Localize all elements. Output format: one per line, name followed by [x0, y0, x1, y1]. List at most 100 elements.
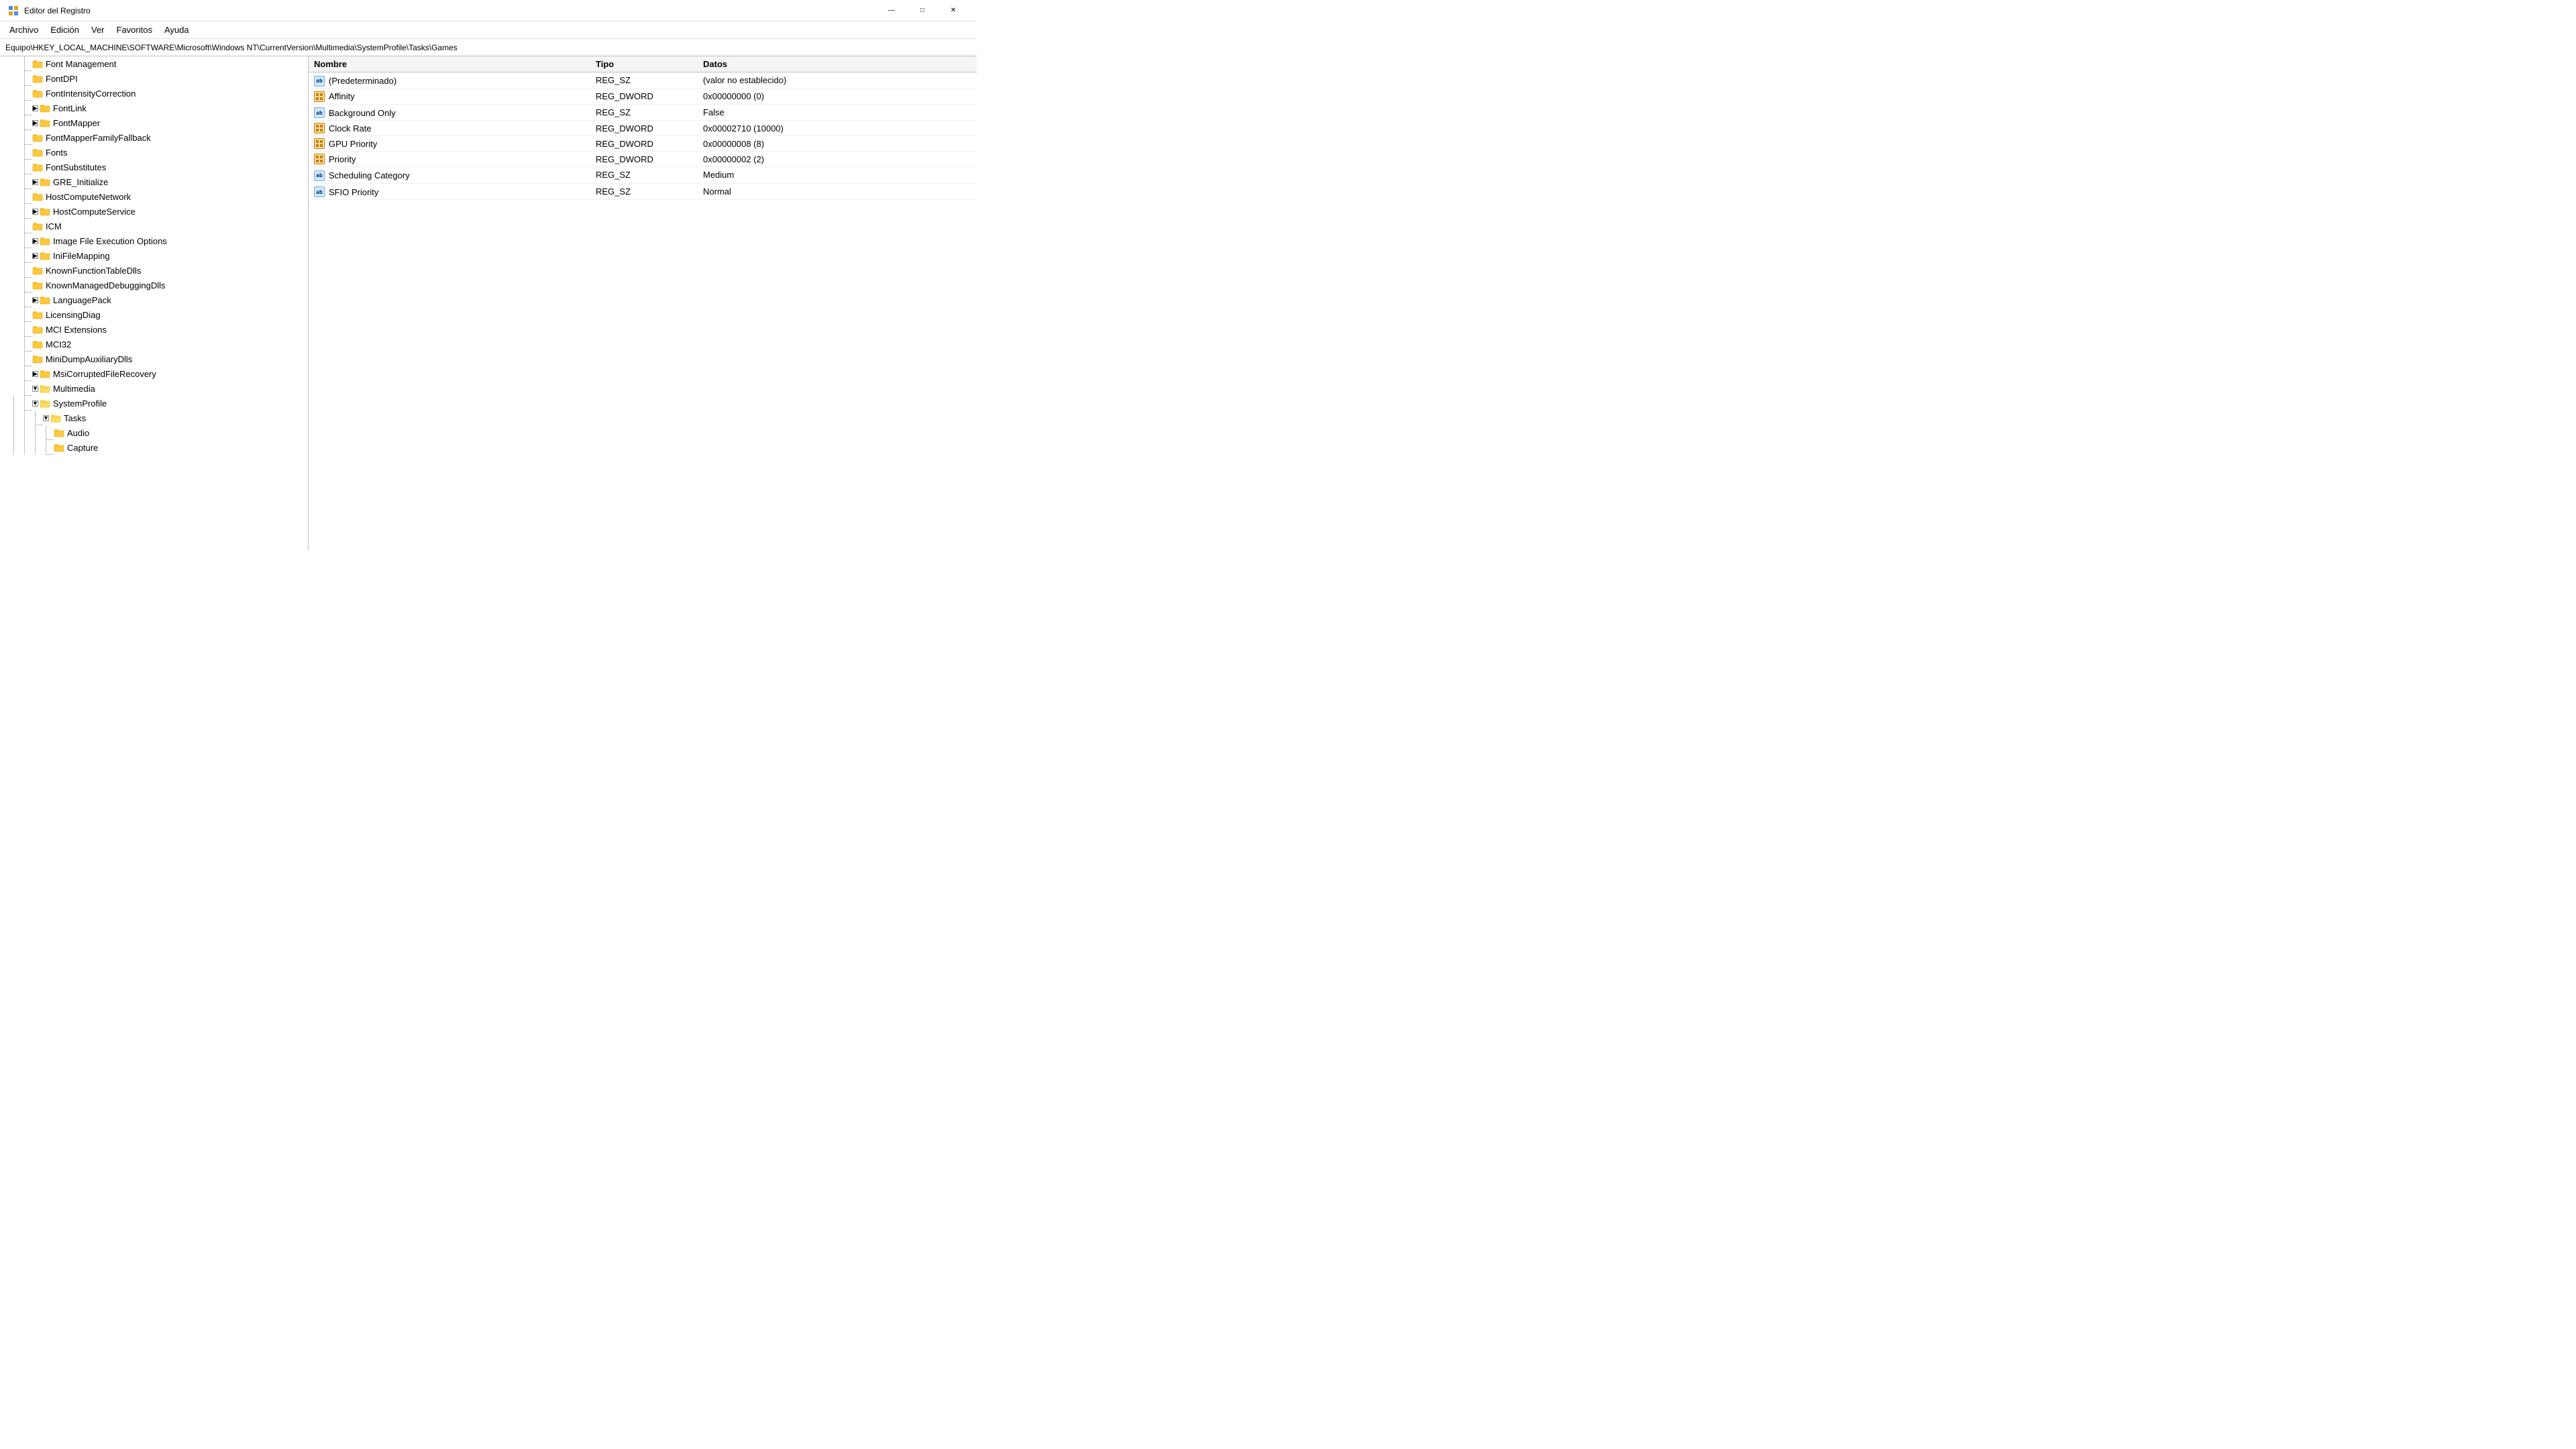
folder-icon [40, 294, 50, 305]
tree-item-gre-initialize[interactable]: ▶ GRE_Initialize [0, 174, 308, 189]
app-icon [8, 5, 19, 16]
tree-item-hostcomputeservice[interactable]: ▶ HostComputeService [0, 204, 308, 219]
folder-icon [32, 73, 43, 84]
expand-tasks[interactable]: ▼ [43, 415, 49, 421]
expand-fontlink[interactable]: ▶ [32, 105, 38, 111]
menu-item-ayuda[interactable]: Ayuda [159, 23, 195, 37]
tree-item-knownfunctiontabledlls[interactable]: KnownFunctionTableDlls [0, 263, 308, 278]
tree-item-mciextensions[interactable]: MCI Extensions [0, 322, 308, 337]
tree-item-icm[interactable]: ICM [0, 219, 308, 233]
tree-item-fontsubstitutes[interactable]: FontSubstitutes [0, 160, 308, 174]
tree-item-fontintensitycorrection[interactable]: FontIntensityCorrection [0, 86, 308, 101]
menu-item-favoritos[interactable]: Favoritos [111, 23, 158, 37]
registry-row-scheduling-category[interactable]: abScheduling CategoryREG_SZMedium [309, 167, 977, 184]
tree-label: SystemProfile [53, 398, 107, 409]
tree-item-imagefileexecutionoptions[interactable]: ▶ Image File Execution Options [0, 233, 308, 248]
tree-item-fonts[interactable]: Fonts [0, 145, 308, 160]
tree-label: GRE_Initialize [53, 177, 108, 187]
tree-label: Audio [67, 428, 89, 438]
registry-row-predeterminado[interactable]: ab(Predeterminado)REG_SZ(valor no establ… [309, 72, 977, 89]
folder-icon [32, 132, 43, 143]
tree-label: KnownManagedDebuggingDlls [46, 280, 166, 290]
tree-item-licensingdiag[interactable]: LicensingDiag [0, 307, 308, 322]
folder-icon [32, 354, 43, 364]
tree-item-fontlink[interactable]: ▶ FontLink [0, 101, 308, 115]
registry-entry-name: Scheduling Category [329, 170, 410, 180]
tree-item-capture[interactable]: Capture [0, 440, 308, 455]
registry-row-clock-rate[interactable]: Clock RateREG_DWORD0x00002710 (10000) [309, 121, 977, 136]
reg-icon-ab: ab [314, 76, 325, 87]
tree-label: Image File Execution Options [53, 236, 167, 246]
tree-label: HostComputeNetwork [46, 192, 131, 202]
tree-item-font-management[interactable]: Font Management [0, 56, 308, 71]
registry-entry-name: Clock Rate [329, 123, 372, 133]
folder-icon [40, 235, 50, 246]
menu-item-ver[interactable]: Ver [86, 23, 110, 37]
registry-entry-type: REG_SZ [590, 167, 698, 184]
tree-label: IniFileMapping [53, 251, 110, 261]
folder-icon [40, 250, 50, 261]
reg-icon-ab: ab [314, 107, 325, 118]
menu-item-edición[interactable]: Edición [45, 23, 85, 37]
tree-item-minidumpauxiliarydlls[interactable]: MiniDumpAuxiliaryDlls [0, 352, 308, 366]
registry-row-sfio-priority[interactable]: abSFIO PriorityREG_SZNormal [309, 183, 977, 200]
tree-label: FontIntensityCorrection [46, 89, 136, 99]
expand-systemprofile[interactable]: ▼ [32, 400, 38, 407]
registry-entry-name: Priority [329, 154, 356, 164]
registry-panel: Nombre Tipo Datos ab(Predeterminado)REG_… [309, 56, 977, 550]
tree-panel[interactable]: Font Management FontDPI [0, 56, 309, 550]
registry-entry-type: REG_SZ [590, 183, 698, 200]
registry-entry-type: REG_SZ [590, 104, 698, 121]
col-header-data: Datos [698, 56, 977, 72]
tree-item-msicorruptedfilerecovery[interactable]: ▶ MsiCorruptedFileRecovery [0, 366, 308, 381]
folder-icon [32, 265, 43, 276]
registry-row-gpu-priority[interactable]: GPU PriorityREG_DWORD0x00000008 (8) [309, 136, 977, 152]
expand-languagepack[interactable]: ▶ [32, 297, 38, 303]
expand-inifilemapping[interactable]: ▶ [32, 253, 38, 259]
folder-icon-open [50, 413, 61, 423]
registry-entry-data: Normal [698, 183, 977, 200]
expand-msicorrupted[interactable]: ▶ [32, 371, 38, 377]
title-bar-controls: — □ ✕ [876, 0, 969, 21]
tree-label: Font Management [46, 59, 117, 69]
close-button[interactable]: ✕ [938, 0, 969, 21]
expand-multimedia[interactable]: ▼ [32, 386, 38, 392]
tree-item-knownmanageddebuggingdlls[interactable]: KnownManagedDebuggingDlls [0, 278, 308, 292]
tree-item-fontdpi[interactable]: FontDPI [0, 71, 308, 86]
col-header-name: Nombre [309, 56, 590, 72]
registry-row-priority[interactable]: PriorityREG_DWORD0x00000002 (2) [309, 152, 977, 167]
tree-item-languagepack[interactable]: ▶ LanguagePack [0, 292, 308, 307]
expand-gre[interactable]: ▶ [32, 179, 38, 185]
tree-item-tasks[interactable]: ▼ Tasks [0, 411, 308, 425]
maximize-button[interactable]: □ [907, 0, 938, 21]
registry-table: Nombre Tipo Datos ab(Predeterminado)REG_… [309, 56, 977, 200]
folder-icon [32, 309, 43, 320]
registry-entry-name: Affinity [329, 91, 355, 101]
folder-icon [54, 442, 64, 453]
expand-imagefileexecution[interactable]: ▶ [32, 238, 38, 244]
tree-item-inifilemapping[interactable]: ▶ IniFileMapping [0, 248, 308, 263]
reg-icon-ab: ab [314, 170, 325, 181]
tree-item-mci32[interactable]: MCI32 [0, 337, 308, 352]
tree-item-systemprofile[interactable]: ▼ SystemProfile [0, 396, 308, 411]
menu-item-archivo[interactable]: Archivo [4, 23, 44, 37]
tree-item-multimedia[interactable]: ▼ Multimedia [0, 381, 308, 396]
tree-item-audio[interactable]: Audio [0, 425, 308, 440]
folder-icon [32, 324, 43, 335]
minimize-button[interactable]: — [876, 0, 907, 21]
folder-icon [32, 280, 43, 290]
folder-icon [40, 103, 50, 113]
expand-fontmapper[interactable]: ▶ [32, 120, 38, 126]
registry-entry-type: REG_DWORD [590, 121, 698, 136]
folder-icon [32, 88, 43, 99]
registry-row-affinity[interactable]: AffinityREG_DWORD0x00000000 (0) [309, 89, 977, 104]
reg-icon-dword [314, 138, 325, 149]
folder-icon [32, 339, 43, 350]
breadcrumb-bar: Equipo\HKEY_LOCAL_MACHINE\SOFTWARE\Micro… [0, 39, 977, 56]
tree-item-fontmapperfamilyfallback[interactable]: FontMapperFamilyFallback [0, 130, 308, 145]
registry-entry-name: (Predeterminado) [329, 76, 396, 86]
registry-row-background-only[interactable]: abBackground OnlyREG_SZFalse [309, 104, 977, 121]
expand-hostcomputeservice[interactable]: ▶ [32, 209, 38, 215]
tree-item-hostcomputenetwork[interactable]: HostComputeNetwork [0, 189, 308, 204]
tree-item-fontmapper[interactable]: ▶ FontMapper [0, 115, 308, 130]
